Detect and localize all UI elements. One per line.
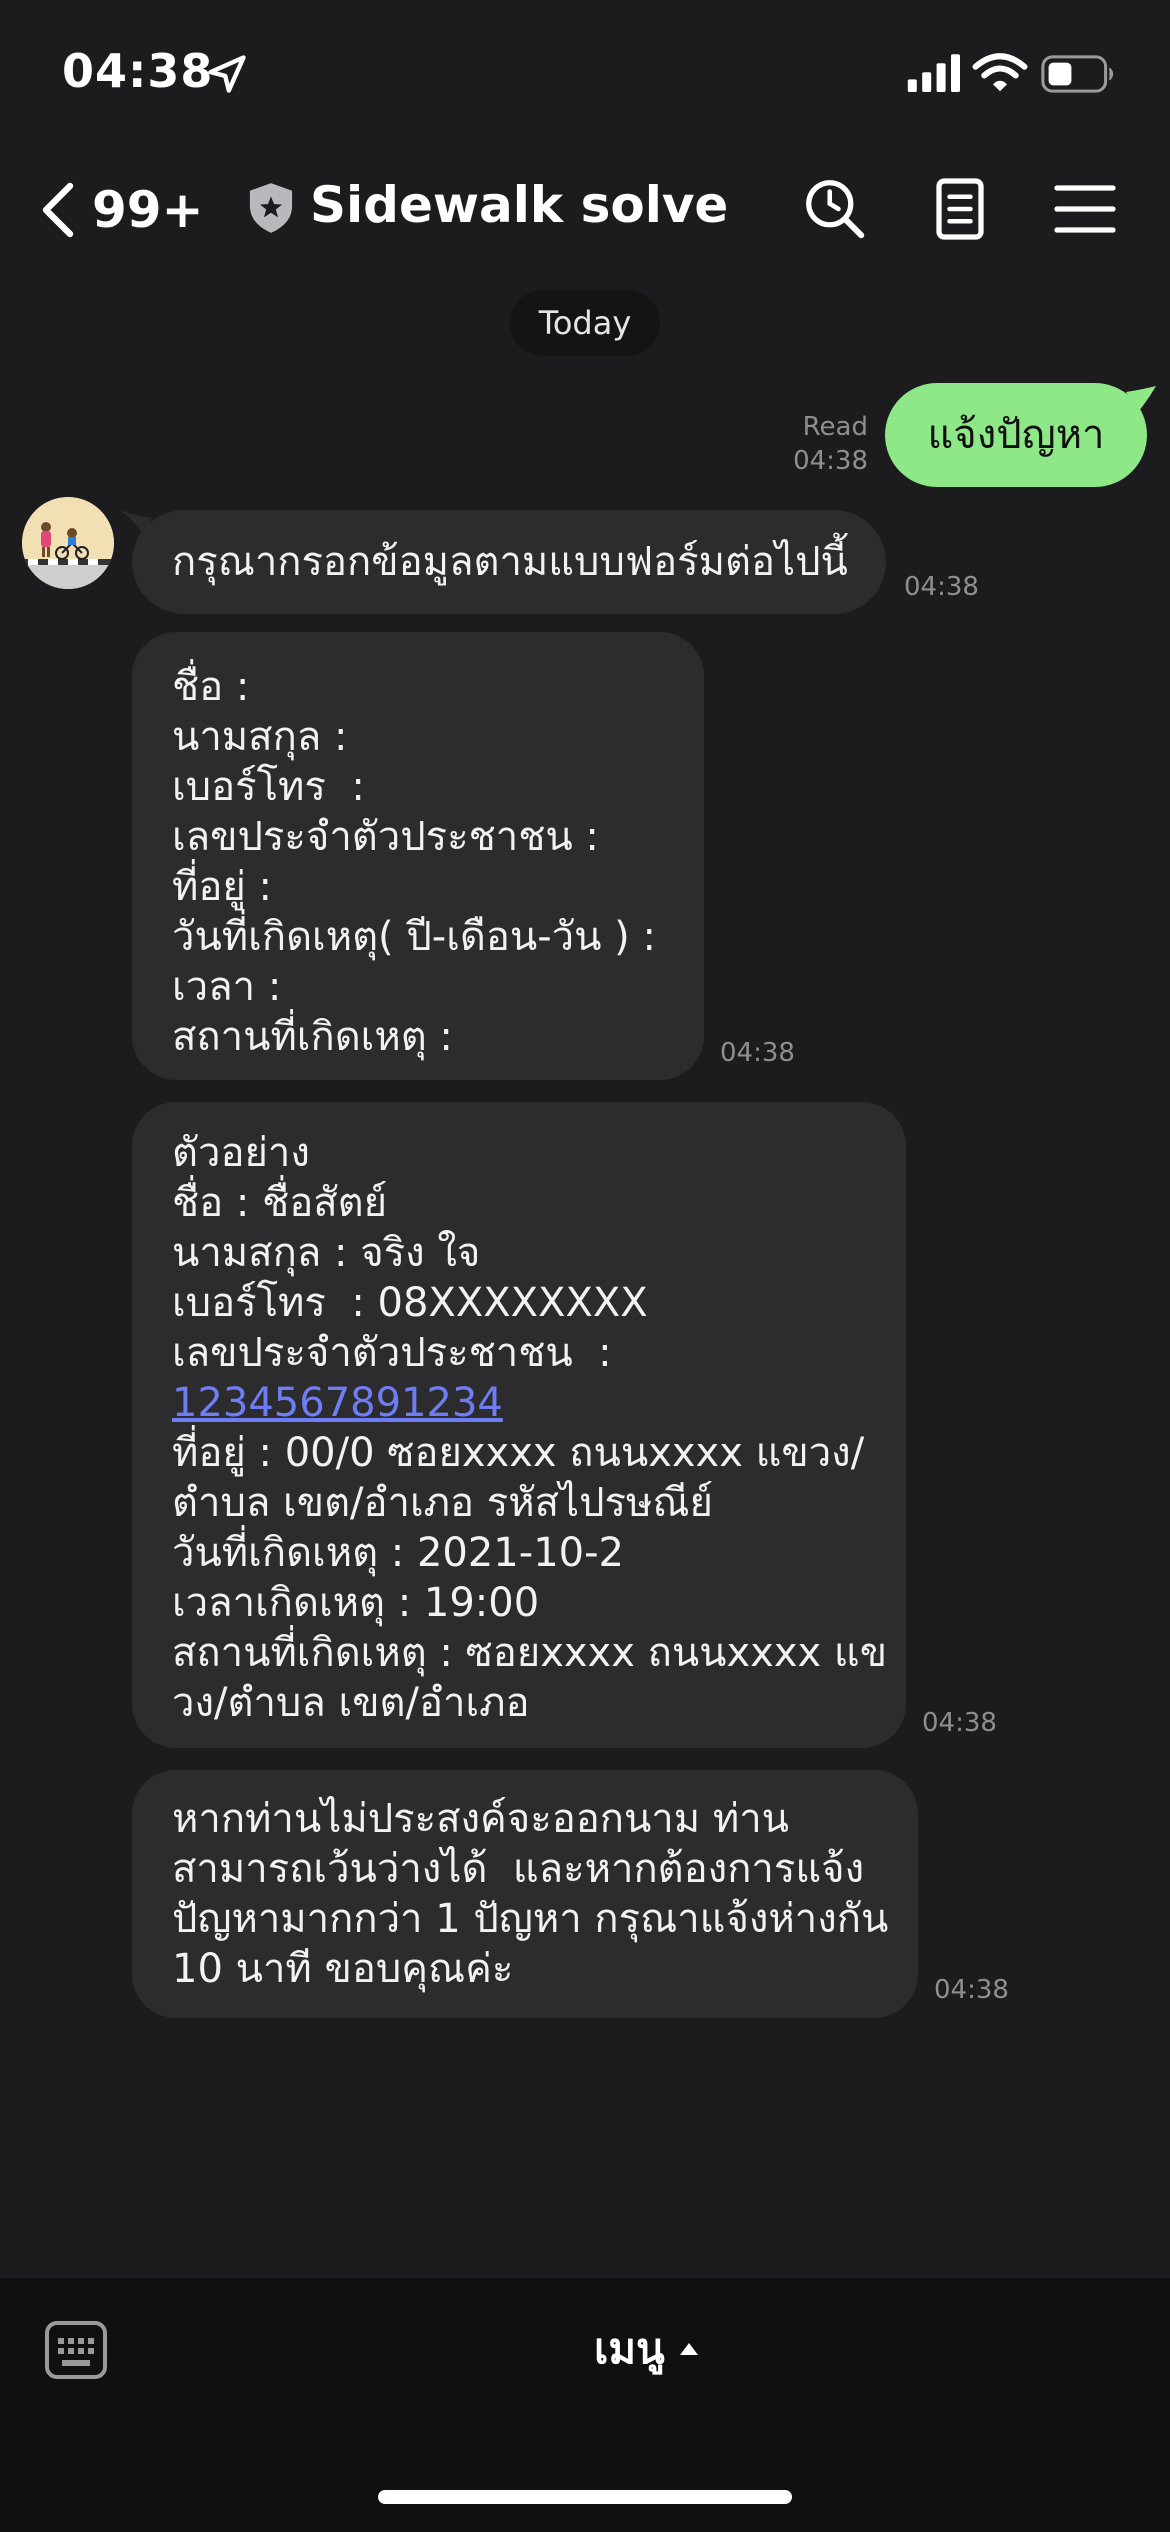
incoming-message-bubble[interactable]: ชื่อ : นามสกุล : เบอร์โทร : เลขประจำตัวป… xyxy=(132,632,704,1080)
message-line: ชื่อ : ชื่อสัตย์ xyxy=(172,1180,388,1226)
location-arrow-icon xyxy=(208,55,246,93)
search-icon[interactable] xyxy=(800,174,870,244)
menu-label: เมนู xyxy=(594,2324,665,2373)
message-line: เวลาเกิดเหตุ : 19:00 xyxy=(172,1580,540,1626)
status-bar: 04:38 xyxy=(0,0,1170,150)
shield-icon xyxy=(249,183,293,233)
read-receipt: Read xyxy=(802,412,868,442)
battery-icon xyxy=(1041,55,1114,93)
message-line: เลขประจำตัวประชาชน : xyxy=(172,814,599,860)
incoming-message-bubble[interactable]: ตัวอย่าง ชื่อ : ชื่อสัตย์ นามสกุล : จริง… xyxy=(132,1102,906,1748)
chat-screen: 04:38 99+ Sidewalk solve Today Read 04:3… xyxy=(0,0,1170,2532)
message-line: วันที่เกิดเหตุ : 2021-10-2 xyxy=(172,1530,624,1576)
message-line: 10 นาที ขอบคุณค่ะ xyxy=(172,1946,514,1992)
keyboard-icon[interactable] xyxy=(44,2320,108,2380)
message-line: หากท่านไม่ประสงค์จะออกนาม ท่าน xyxy=(172,1796,790,1842)
message-line: ตัวอย่าง xyxy=(172,1130,310,1176)
message-line: ที่อยู่ : 00/0 ซอยxxxx ถนนxxxx แขวง/ xyxy=(172,1430,865,1476)
incoming-message-bubble[interactable]: กรุณากรอกข้อมูลตามแบบฟอร์มต่อไปนี้ xyxy=(132,510,886,614)
unread-count: 99+ xyxy=(92,181,204,239)
message-text: กรุณากรอกข้อมูลตามแบบฟอร์มต่อไปนี้ xyxy=(172,539,848,585)
outgoing-time: 04:38 xyxy=(793,446,868,476)
caret-up-icon xyxy=(679,2343,698,2355)
notes-icon[interactable] xyxy=(925,174,995,244)
date-divider: Today xyxy=(510,290,660,356)
message-line: สถานที่เกิดเหตุ : xyxy=(172,1014,453,1060)
back-chevron-icon xyxy=(42,182,74,238)
rich-menu-toggle[interactable]: เมนู xyxy=(594,2316,699,2382)
menu-icon[interactable] xyxy=(1050,174,1120,244)
message-line: สามารถเว้นว่างได้ และหากต้องการแจ้ง xyxy=(172,1846,865,1892)
status-time: 04:38 xyxy=(62,44,214,98)
outgoing-message-bubble[interactable]: แจ้งปัญหา xyxy=(885,383,1147,487)
cellular-signal-icon xyxy=(907,54,960,92)
message-time: 04:38 xyxy=(904,572,979,602)
wifi-icon xyxy=(972,53,1028,92)
message-line: วันที่เกิดเหตุ( ปี-เดือน-วัน ) : xyxy=(172,914,656,960)
message-line: เวลา : xyxy=(172,964,282,1010)
message-line: วง/ตำบล เขต/อำเภอ xyxy=(172,1680,530,1726)
incoming-message-bubble[interactable]: หากท่านไม่ประสงค์จะออกนาม ท่าน สามารถเว้… xyxy=(132,1770,918,2018)
message-line: นามสกุล : จริง ใจ xyxy=(172,1230,481,1276)
chat-header: 99+ Sidewalk solve xyxy=(0,150,1170,270)
message-line: ชื่อ : xyxy=(172,664,250,710)
message-line: สถานที่เกิดเหตุ : ซอยxxxx ถนนxxxx แข xyxy=(172,1630,888,1676)
message-line: เบอร์โทร : xyxy=(172,764,365,810)
message-line: ตำบล เขต/อำเภอ รหัสไปรษณีย์ xyxy=(172,1480,713,1526)
message-line: นามสกุล : xyxy=(172,714,348,760)
message-line: เบอร์โทร : 08XXXXXXXX xyxy=(172,1280,648,1326)
message-time: 04:38 xyxy=(720,1038,795,1068)
bot-avatar[interactable] xyxy=(22,497,114,589)
message-time: 04:38 xyxy=(922,1708,997,1738)
message-time: 04:38 xyxy=(934,1975,1009,2005)
home-indicator[interactable] xyxy=(378,2490,792,2504)
message-line: เลขประจำตัวประชาชน : xyxy=(172,1330,612,1376)
outgoing-meta: Read 04:38 xyxy=(793,410,868,478)
message-line: ที่อยู่ : xyxy=(172,864,273,910)
phone-number-link[interactable]: 1234567891234 xyxy=(172,1378,866,1428)
message-line: ปัญหามากกว่า 1 ปัญหา กรุณาแจ้งห่างกัน xyxy=(172,1896,889,1942)
back-button[interactable]: 99+ xyxy=(38,180,203,240)
chat-title[interactable]: Sidewalk solve xyxy=(310,176,728,234)
